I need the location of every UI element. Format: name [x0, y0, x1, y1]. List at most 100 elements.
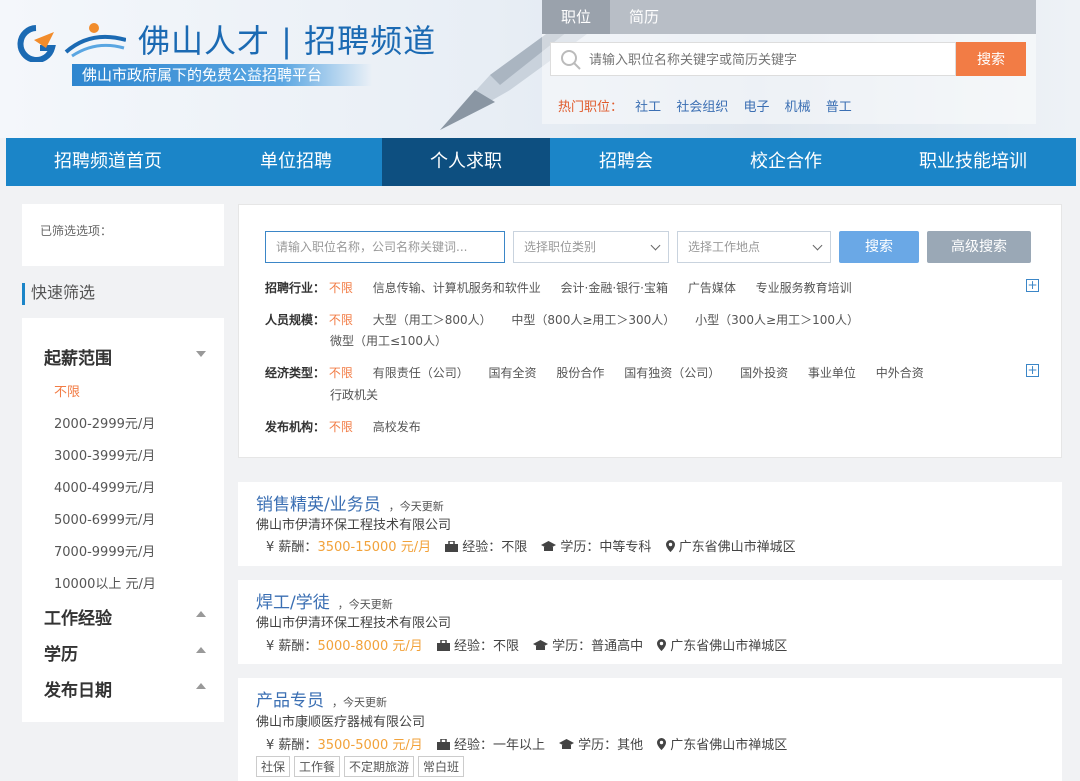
nav-item-school[interactable]: 校企合作 [702, 138, 870, 186]
size-row-2: 微型（用工≤100人） [330, 332, 463, 349]
size-option[interactable]: 小型（300人≥用工＞100人） [695, 313, 859, 327]
education-group[interactable]: 学历 [44, 640, 206, 665]
job-title-text[interactable]: 焊工/学徒 [256, 593, 330, 613]
economy-option[interactable]: 国有全资 [489, 366, 537, 380]
experience-value: 不限 [501, 540, 528, 555]
job-card[interactable]: 焊工/学徒 ，今天更新 佛山市伊清环保工程技术有限公司 ¥ 薪酬：5000-800… [238, 580, 1062, 664]
hot-link[interactable]: 社会组织 [676, 100, 728, 115]
salary-option[interactable]: 7000-9999元/月 [54, 541, 155, 560]
economy-option[interactable]: 事业单位 [808, 366, 856, 380]
job-title[interactable]: 焊工/学徒 ，今天更新 [256, 588, 393, 613]
hot-link[interactable]: 电子 [743, 100, 769, 115]
hot-link[interactable]: 机械 [785, 100, 811, 115]
job-updated: ，今天更新 [332, 696, 387, 709]
site-header: 佛山人才 | 招聘频道 佛山市政府属下的免费公益招聘平台 职位 简历 搜索 热门… [0, 0, 1080, 138]
economy-option[interactable]: 国外投资 [740, 366, 788, 380]
economy-label: 经济类型： [265, 366, 326, 380]
size-option[interactable]: 大型（用工＞800人） [373, 313, 492, 327]
experience-label: 经验： [462, 540, 502, 555]
location-select[interactable]: 选择工作地点 [677, 231, 831, 263]
salary-option[interactable]: 2000-2999元/月 [54, 413, 155, 432]
education-label: 学历： [560, 540, 600, 555]
salary-option[interactable]: 3000-3999元/月 [54, 445, 155, 464]
search-input[interactable] [589, 49, 949, 71]
benefit-tag: 常白班 [418, 756, 465, 777]
job-title[interactable]: 销售精英/业务员 ，今天更新 [256, 490, 444, 515]
benefit-tag: 社保 [256, 756, 291, 777]
tab-resumes[interactable]: 简历 [610, 0, 678, 34]
nav-item-fair[interactable]: 招聘会 [550, 138, 702, 186]
filter-search-button[interactable]: 搜索 [839, 231, 919, 263]
industry-option[interactable]: 信息传输、计算机服务和软件业 [373, 281, 541, 295]
size-option[interactable]: 中型（800人≥用工＞300人） [511, 313, 675, 327]
search-button[interactable]: 搜索 [956, 42, 1026, 76]
publisher-option[interactable]: 高校发布 [373, 420, 421, 434]
tab-jobs[interactable]: 职位 [542, 0, 610, 34]
chevron-up-icon [196, 611, 206, 617]
site-title[interactable]: 佛山人才 | 招聘频道 [138, 16, 436, 62]
graduation-cap-icon [559, 739, 575, 749]
publisher-row: 发布机构： 不限 高校发布 [265, 418, 437, 435]
economy-option[interactable]: 有限责任（公司） [373, 366, 469, 380]
hot-link[interactable]: 普工 [826, 100, 852, 115]
economy-option[interactable]: 股份合作 [556, 366, 604, 380]
job-title-text[interactable]: 产品专员 [256, 691, 324, 711]
location-value: 广东省佛山市禅城区 [670, 639, 788, 654]
size-option[interactable]: 不限 [329, 313, 353, 327]
advanced-search-button[interactable]: 高级搜索 [927, 231, 1031, 263]
location-pin-icon [657, 639, 667, 651]
job-company[interactable]: 佛山市伊清环保工程技术有限公司 [256, 514, 451, 533]
job-title-text[interactable]: 销售精英/业务员 [256, 495, 381, 515]
industry-option[interactable]: 会计·金融·银行·宝箱 [561, 281, 668, 295]
job-meta: ¥ 薪酬：5000-8000 元/月 经验：不限 学历：普通高中 广东省佛山市禅… [266, 635, 787, 654]
economy-option[interactable]: 行政机关 [330, 388, 378, 402]
yen-icon: ¥ [266, 639, 275, 654]
salary-group[interactable]: 起薪范围 [44, 344, 206, 369]
job-company[interactable]: 佛山市伊清环保工程技术有限公司 [256, 612, 451, 631]
hot-link[interactable]: 社工 [635, 100, 661, 115]
job-card[interactable]: 产品专员 ，今天更新 佛山市康顺医疗器械有限公司 ¥ 薪酬：3500-5000 元… [238, 678, 1062, 781]
education-value: 其他 [617, 738, 644, 753]
nav-item-training[interactable]: 职业技能培训 [870, 138, 1076, 186]
salary-option[interactable]: 10000以上 元/月 [54, 573, 156, 592]
education-label: 学历： [552, 639, 592, 654]
job-card[interactable]: 销售精英/业务员 ，今天更新 佛山市伊清环保工程技术有限公司 ¥ 薪酬：3500-… [238, 482, 1062, 566]
site-subtitle: 佛山市政府属下的免费公益招聘平台 [72, 64, 372, 86]
industry-option[interactable]: 广告媒体 [688, 281, 736, 295]
economy-option[interactable]: 国有独资（公司） [624, 366, 720, 380]
quick-filter-title: 快速筛选 [22, 283, 95, 305]
experience-group[interactable]: 工作经验 [44, 604, 206, 629]
salary-option[interactable]: 5000-6999元/月 [54, 509, 155, 528]
keyword-input[interactable]: 请输入职位名称，公司名称关键词... [265, 231, 505, 263]
search-field[interactable] [550, 42, 956, 76]
location-pin-icon [665, 540, 675, 552]
search-tabs: 职位 简历 [542, 0, 1036, 34]
date-group-label: 发布日期 [44, 681, 112, 701]
education-group-label: 学历 [44, 645, 78, 665]
salary-label: 薪酬： [278, 540, 318, 555]
expand-economy-icon[interactable]: + [1026, 364, 1039, 377]
industry-option[interactable]: 不限 [329, 281, 353, 295]
quick-filter-panel: 起薪范围 不限 2000-2999元/月 3000-3999元/月 4000-4… [22, 318, 224, 722]
publisher-option[interactable]: 不限 [329, 420, 353, 434]
expand-industry-icon[interactable]: + [1026, 279, 1039, 292]
economy-option[interactable]: 不限 [329, 366, 353, 380]
nav-item-jobseek[interactable]: 个人求职 [382, 138, 550, 186]
category-select[interactable]: 选择职位类别 [513, 231, 669, 263]
size-option[interactable]: 微型（用工≤100人） [330, 334, 447, 348]
location-value: 广东省佛山市禅城区 [670, 738, 788, 753]
salary-label: 薪酬： [278, 738, 318, 753]
header-search: 职位 简历 搜索 热门职位： 社工 社会组织 电子 机械 普工 [542, 0, 1036, 124]
economy-option[interactable]: 中外合资 [876, 366, 924, 380]
nav-item-home[interactable]: 招聘频道首页 [6, 138, 210, 186]
salary-option[interactable]: 4000-4999元/月 [54, 477, 155, 496]
salary-option[interactable]: 不限 [54, 381, 80, 400]
experience-label: 经验： [453, 639, 493, 654]
experience-label: 经验： [453, 738, 493, 753]
nav-item-company[interactable]: 单位招聘 [210, 138, 382, 186]
date-group[interactable]: 发布日期 [44, 676, 206, 701]
industry-option[interactable]: 专业服务教育培训 [756, 281, 852, 295]
chevron-up-icon [196, 683, 206, 689]
job-company[interactable]: 佛山市康顺医疗器械有限公司 [256, 711, 425, 730]
job-title[interactable]: 产品专员 ，今天更新 [256, 686, 387, 711]
